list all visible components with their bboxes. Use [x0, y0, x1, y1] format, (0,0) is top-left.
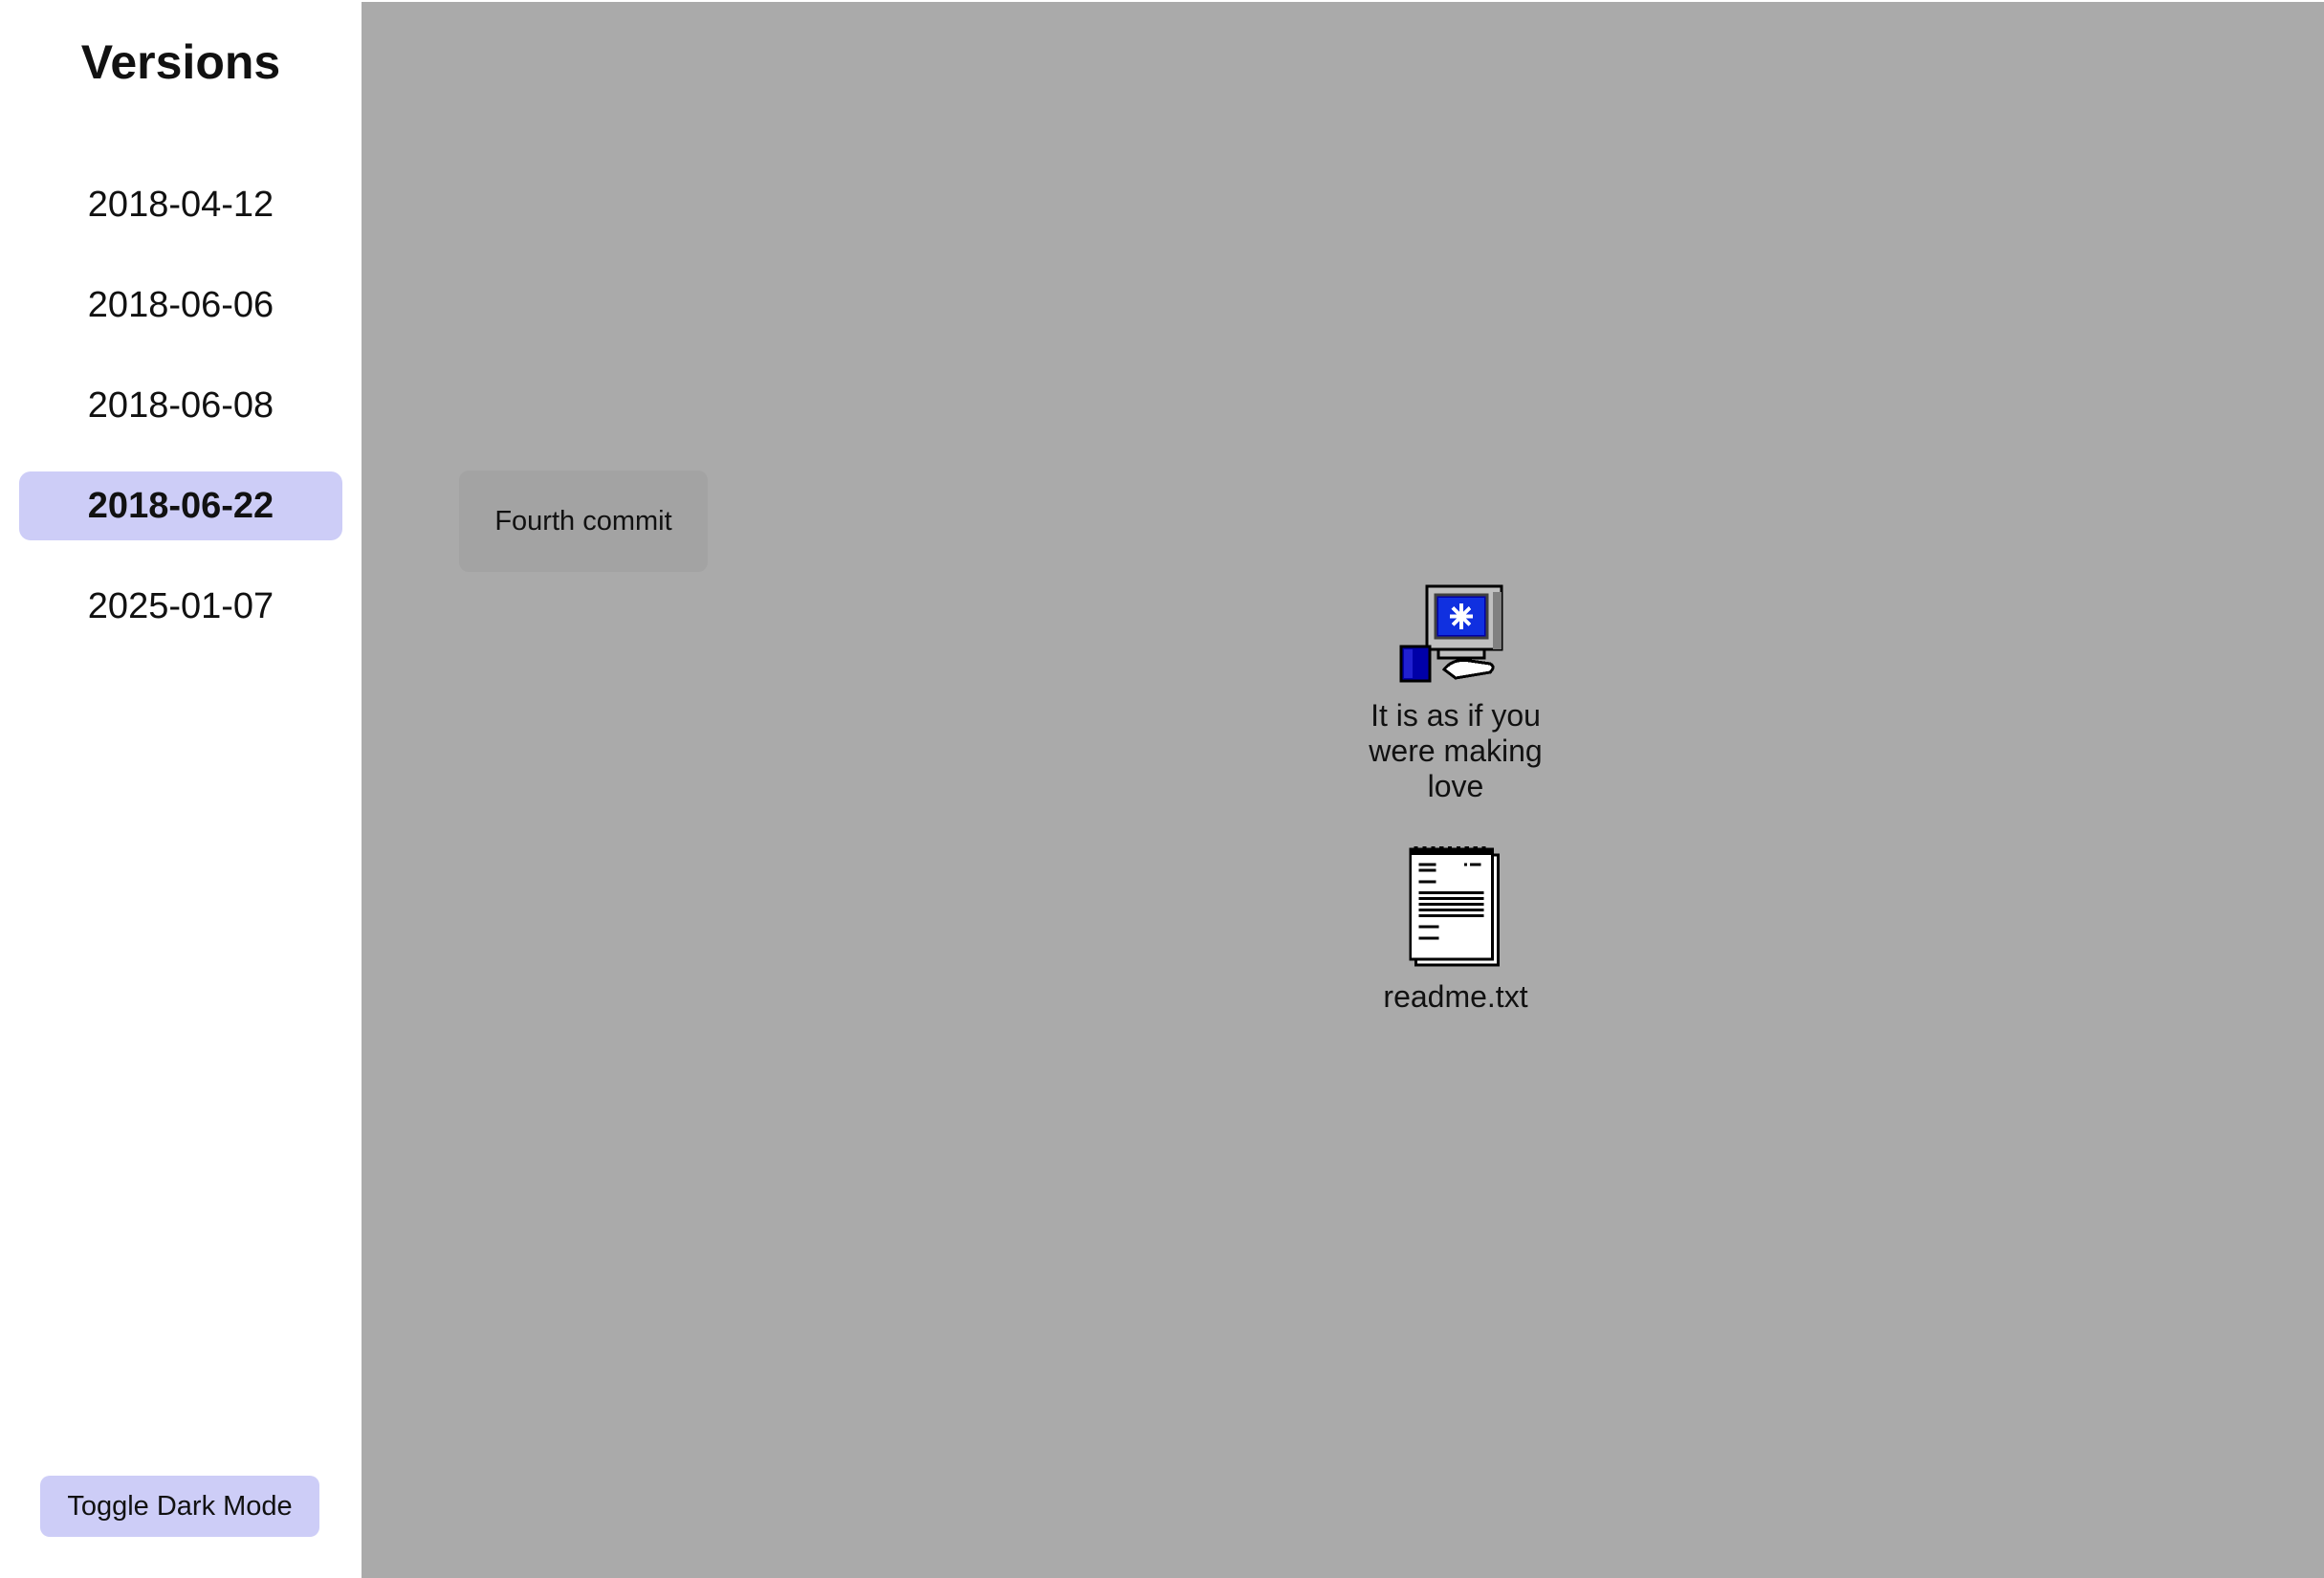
desktop-icon-computer[interactable]: It is as if you were making love — [1341, 583, 1570, 804]
version-list: 2018-04-12 2018-06-06 2018-06-08 2018-06… — [19, 170, 342, 672]
desktop-icon-label: readme.txt — [1383, 979, 1528, 1014]
version-item-2018-06-22[interactable]: 2018-06-22 — [19, 471, 342, 540]
notepad-icon — [1409, 845, 1500, 967]
toggle-dark-mode-button[interactable]: Toggle Dark Mode — [40, 1476, 319, 1537]
version-item-2018-06-08[interactable]: 2018-06-08 — [19, 371, 342, 440]
app-window: Versions 2018-04-12 2018-06-06 2018-06-0… — [0, 0, 2324, 1578]
desktop-icon-label: It is as if you were making love — [1369, 698, 1543, 803]
version-item-2018-04-12[interactable]: 2018-04-12 — [19, 170, 342, 239]
desktop-icon-readme[interactable]: readme.txt — [1341, 844, 1570, 1015]
computer-icon — [1399, 584, 1503, 683]
commit-message-label: Fourth commit — [459, 471, 708, 572]
desktop-area[interactable]: Fourth commit It is as if you were makin… — [362, 2, 2324, 1578]
versions-sidebar: Versions 2018-04-12 2018-06-06 2018-06-0… — [0, 0, 362, 1578]
version-item-2025-01-07[interactable]: 2025-01-07 — [19, 572, 342, 641]
sidebar-title: Versions — [80, 35, 281, 89]
version-item-2018-06-06[interactable]: 2018-06-06 — [19, 271, 342, 340]
